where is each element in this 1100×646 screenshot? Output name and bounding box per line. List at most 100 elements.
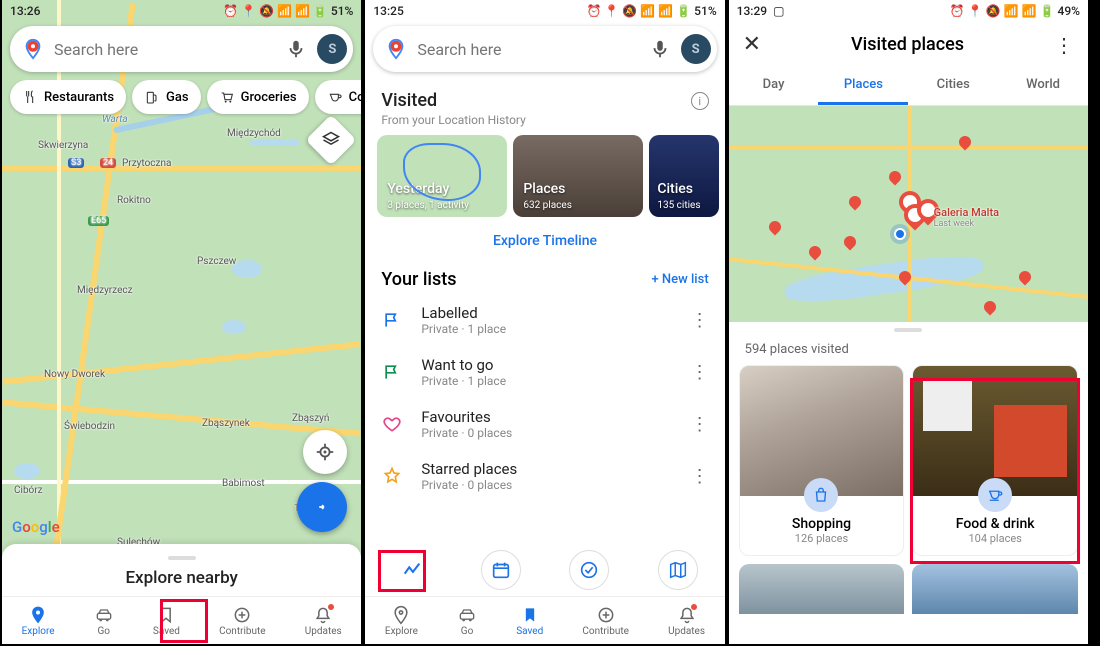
car-icon bbox=[94, 605, 114, 625]
google-watermark: Google bbox=[12, 518, 60, 536]
route-shield: 24 bbox=[100, 158, 116, 168]
list-labelled[interactable]: LabelledPrivate · 1 place ⋮ bbox=[365, 294, 724, 346]
sheet-handle[interactable] bbox=[894, 328, 922, 332]
alarm-icon: ⏰ bbox=[586, 5, 601, 17]
visited-card-yesterday[interactable]: Yesterday 3 places, 1 activity bbox=[377, 135, 507, 217]
row-menu-icon[interactable]: ⋮ bbox=[691, 362, 709, 383]
explore-sheet[interactable]: Explore nearby bbox=[2, 544, 361, 596]
nav-updates[interactable]: Updates bbox=[668, 605, 705, 637]
card-preview[interactable] bbox=[912, 564, 1078, 614]
tab-world[interactable]: World bbox=[998, 67, 1088, 105]
town-label: Pszczew bbox=[197, 256, 236, 267]
nav-saved[interactable]: Saved bbox=[153, 605, 180, 637]
shortcut-row bbox=[365, 546, 724, 596]
row-menu-icon[interactable]: ⋮ bbox=[691, 310, 709, 331]
search-input[interactable] bbox=[54, 40, 275, 59]
new-list-button[interactable]: + New list bbox=[651, 272, 708, 287]
alarm-icon: ⏰ bbox=[223, 5, 238, 17]
directions-icon bbox=[311, 496, 333, 518]
card-food-drink[interactable]: Food & drink 104 places bbox=[912, 365, 1078, 556]
search-bar[interactable]: S bbox=[10, 26, 353, 72]
places-count: 594 places visited bbox=[729, 338, 1088, 365]
cup-icon bbox=[978, 478, 1012, 512]
town-label: Przytoczna bbox=[122, 158, 171, 169]
route-shield: E65 bbox=[88, 216, 109, 226]
current-location-pin bbox=[894, 228, 906, 240]
status-bar: 13:26 ⏰ 📍 🔕 📶 📶 🔋 51% bbox=[2, 0, 361, 22]
battery-icon: 🔋 bbox=[1040, 5, 1055, 17]
mute-icon: 🔕 bbox=[259, 5, 274, 17]
list-favourites[interactable]: FavouritesPrivate · 0 places ⋮ bbox=[365, 398, 724, 450]
visited-places-header: ✕ Visited places ⋮ bbox=[729, 22, 1088, 67]
tab-places[interactable]: Places bbox=[818, 67, 908, 105]
row-menu-icon[interactable]: ⋮ bbox=[691, 414, 709, 435]
row-menu-icon[interactable]: ⋮ bbox=[691, 466, 709, 487]
visited-title: Visited bbox=[365, 80, 724, 113]
card-shopping[interactable]: Shopping 126 places bbox=[739, 365, 905, 556]
mic-icon[interactable] bbox=[649, 38, 671, 60]
list-want-to-go[interactable]: Want to goPrivate · 1 place ⋮ bbox=[365, 346, 724, 398]
chip-groceries[interactable]: Groceries bbox=[207, 80, 309, 114]
explore-timeline-link[interactable]: Explore Timeline bbox=[365, 225, 724, 261]
battery-pct: 51% bbox=[331, 5, 353, 17]
battery-icon: 🔋 bbox=[313, 5, 328, 17]
wifi-icon: 📶 bbox=[640, 5, 655, 17]
tab-day[interactable]: Day bbox=[729, 67, 819, 105]
bottom-nav: Explore Go Saved Contribute Updates bbox=[365, 596, 724, 644]
sheet-handle[interactable] bbox=[168, 556, 196, 560]
town-label: Nowy Dworek bbox=[44, 369, 105, 380]
nav-contribute[interactable]: Contribute bbox=[219, 605, 266, 637]
nav-go[interactable]: Go bbox=[457, 605, 477, 637]
mute-icon: 🔕 bbox=[622, 5, 637, 17]
list-starred[interactable]: Starred placesPrivate · 0 places ⋮ bbox=[365, 450, 724, 502]
nav-go[interactable]: Go bbox=[94, 605, 114, 637]
bookmark-icon bbox=[156, 605, 176, 625]
location-icon: 📍 bbox=[604, 5, 619, 17]
flag-icon bbox=[382, 310, 402, 330]
shortcut-timeline[interactable] bbox=[392, 550, 432, 590]
town-label: Cibórz bbox=[14, 485, 43, 496]
bag-icon bbox=[804, 478, 838, 512]
shortcut-reservations[interactable] bbox=[481, 550, 521, 590]
location-icon: 📍 bbox=[241, 5, 256, 17]
chip-coffee[interactable]: Coffe bbox=[315, 80, 362, 114]
info-icon[interactable]: i bbox=[691, 92, 709, 110]
battery-pct: 49% bbox=[1058, 5, 1080, 17]
card-preview[interactable] bbox=[739, 564, 905, 614]
chip-restaurants[interactable]: Restaurants bbox=[10, 80, 126, 114]
visited-card-cities[interactable]: Cities 135 cities bbox=[649, 135, 719, 217]
signal-icon: 📶 bbox=[295, 5, 310, 17]
google-maps-logo bbox=[385, 38, 407, 60]
overflow-menu[interactable]: ⋮ bbox=[1054, 33, 1074, 57]
search-bar[interactable]: S bbox=[373, 26, 716, 72]
nav-explore[interactable]: Explore bbox=[22, 605, 55, 637]
tab-cities[interactable]: Cities bbox=[908, 67, 998, 105]
directions-button[interactable] bbox=[297, 482, 347, 532]
place-callout[interactable]: Galeria Malta Last week bbox=[934, 206, 999, 229]
signal-icon: 📶 bbox=[1022, 5, 1037, 17]
battery-icon: 🔋 bbox=[676, 5, 691, 17]
town-label: Międzychód bbox=[227, 128, 281, 139]
category-cards-row2 bbox=[729, 556, 1088, 614]
shortcut-followed[interactable] bbox=[569, 550, 609, 590]
shortcut-maps[interactable] bbox=[658, 550, 698, 590]
town-label: Świebodzin bbox=[64, 421, 115, 432]
visited-map[interactable]: Galeria Malta Last week bbox=[729, 106, 1088, 322]
nav-saved[interactable]: Saved bbox=[516, 605, 543, 637]
avatar[interactable]: S bbox=[317, 34, 347, 64]
close-button[interactable]: ✕ bbox=[743, 32, 761, 57]
card-image bbox=[740, 366, 904, 496]
my-location-button[interactable] bbox=[303, 430, 347, 474]
nav-updates[interactable]: Updates bbox=[305, 605, 342, 637]
page-title: Visited places bbox=[851, 34, 964, 55]
nav-contribute[interactable]: Contribute bbox=[582, 605, 629, 637]
chip-gas[interactable]: Gas bbox=[132, 80, 201, 114]
mic-icon[interactable] bbox=[285, 38, 307, 60]
visited-card-places[interactable]: Places 632 places bbox=[513, 135, 643, 217]
category-cards: Shopping 126 places Food & drink 104 pla… bbox=[729, 365, 1088, 556]
status-bar: 13:25 ⏰📍🔕📶📶🔋51% bbox=[365, 0, 724, 22]
nav-explore[interactable]: Explore bbox=[385, 605, 418, 637]
signal-icon: 📶 bbox=[658, 5, 673, 17]
avatar[interactable]: S bbox=[681, 34, 711, 64]
search-input[interactable] bbox=[417, 40, 638, 59]
